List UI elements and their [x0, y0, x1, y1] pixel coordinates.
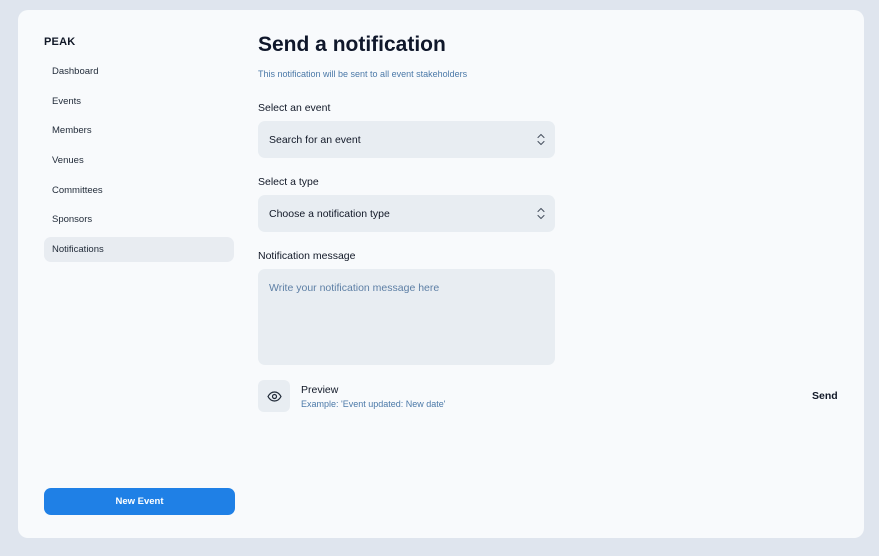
preview-title: Preview — [301, 384, 339, 396]
send-button[interactable]: Send — [812, 390, 838, 402]
sidebar-nav: Dashboard Events Members Venues Committe… — [44, 59, 234, 267]
sidebar-item-venues[interactable]: Venues — [44, 148, 234, 173]
message-textarea[interactable] — [258, 269, 555, 365]
new-event-button[interactable]: New Event — [44, 488, 235, 515]
preview-example: Example: 'Event updated: New date' — [301, 399, 446, 409]
page-title: Send a notification — [258, 33, 446, 56]
chevron-up-down-icon — [537, 207, 545, 220]
sidebar-item-committees[interactable]: Committees — [44, 178, 234, 203]
type-select[interactable]: Choose a notification type — [258, 195, 555, 232]
eye-icon — [266, 390, 282, 402]
sidebar-item-dashboard[interactable]: Dashboard — [44, 59, 234, 84]
event-select-label: Select an event — [258, 102, 331, 114]
sidebar-item-notifications[interactable]: Notifications — [44, 237, 234, 263]
type-select-value: Choose a notification type — [269, 207, 390, 220]
event-select-value: Search for an event — [269, 133, 361, 146]
event-select[interactable]: Search for an event — [258, 121, 555, 158]
page-subtitle: This notification will be sent to all ev… — [258, 69, 468, 79]
type-select-label: Select a type — [258, 176, 319, 188]
brand-logo: PEAK — [44, 36, 76, 48]
sidebar-item-sponsors[interactable]: Sponsors — [44, 207, 234, 232]
preview-button[interactable] — [258, 380, 290, 412]
message-label: Notification message — [258, 250, 356, 262]
main-card: PEAK Dashboard Events Members Venues Com… — [18, 10, 864, 538]
chevron-up-down-icon — [537, 133, 545, 146]
sidebar-item-members[interactable]: Members — [44, 118, 234, 143]
sidebar-item-events[interactable]: Events — [44, 89, 234, 114]
